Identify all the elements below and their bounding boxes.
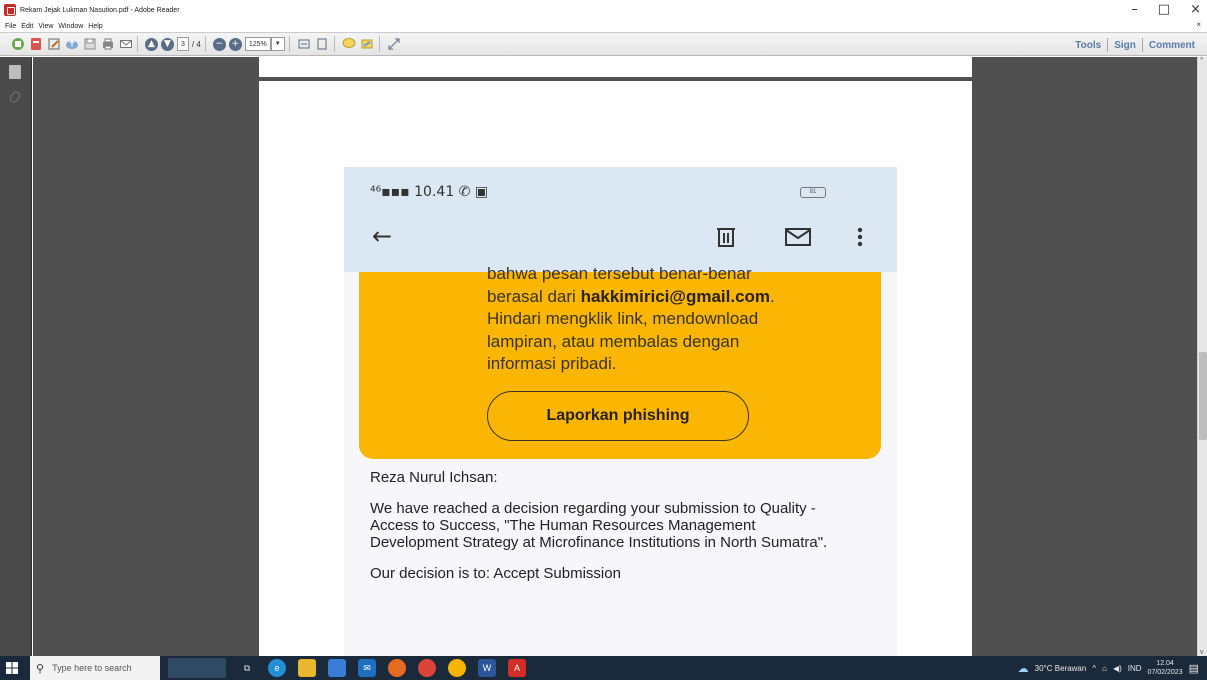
task-view-icon[interactable]: ⧉ <box>238 659 256 677</box>
language-indicator[interactable]: IND <box>1128 664 1142 673</box>
edge-icon[interactable]: e <box>268 659 286 677</box>
create-pdf-icon[interactable] <box>10 37 25 52</box>
menu-bar: File Edit View Window Help × <box>0 20 1207 32</box>
title-bar: Rekam Jejak Lukman Nasution.pdf - Adobe … <box>0 0 1207 20</box>
battery-icon: 81 <box>800 187 826 198</box>
email-paragraph: We have reached a decision regarding you… <box>370 500 828 551</box>
menu-help[interactable]: Help <box>88 23 102 30</box>
weather-icon[interactable]: ☁ <box>1018 662 1029 675</box>
search-icon: ⚲ <box>36 662 45 675</box>
phone-screenshot: ⁴⁶▪▪▪ 10.41 ✆ ▣ 81 ← bahwa pesan tersebu… <box>344 167 897 656</box>
highlight-icon[interactable] <box>360 37 375 52</box>
toolbar-separator <box>288 36 290 52</box>
fit-page-icon[interactable] <box>315 37 330 52</box>
scroll-down-icon[interactable]: v <box>1200 649 1204 656</box>
chrome-profile-icon[interactable] <box>448 659 466 677</box>
document-viewport[interactable]: ⁴⁶▪▪▪ 10.41 ✆ ▣ 81 ← bahwa pesan tersebu… <box>33 57 1197 656</box>
menu-file[interactable]: File <box>5 23 16 30</box>
zoom-level-select[interactable]: 125% <box>244 37 271 51</box>
taskbar-clock[interactable]: 12.04 07/02/2023 <box>1148 659 1183 677</box>
menu-view[interactable]: View <box>38 23 53 30</box>
tray-expand-icon[interactable]: ^ <box>1092 664 1096 673</box>
toolbar-separator <box>204 36 206 52</box>
windows-taskbar: ⚲ Type here to search ⧉ e ✉ W A ☁ 30°C B… <box>0 656 1207 680</box>
phone-top-bar: ⁴⁶▪▪▪ 10.41 ✆ ▣ 81 ← <box>344 167 897 272</box>
network-icon[interactable]: ⌂ <box>1102 664 1107 673</box>
sign-link[interactable]: Sign <box>1108 40 1142 51</box>
page-total: / 4 <box>191 39 201 49</box>
phone-status-time: ⁴⁶▪▪▪ 10.41 ✆ ▣ <box>370 184 489 200</box>
mail-icon[interactable]: ✉ <box>358 659 376 677</box>
minimize-button[interactable]: – <box>1131 2 1138 17</box>
sticky-note-icon[interactable] <box>342 37 357 52</box>
start-button[interactable] <box>0 656 24 680</box>
close-document-button[interactable]: × <box>1196 20 1201 29</box>
attachments-icon[interactable] <box>8 89 22 105</box>
taskbar-search-box[interactable]: ⚲ Type here to search <box>30 656 160 680</box>
volume-icon[interactable]: ◀) <box>1113 664 1122 673</box>
weather-text[interactable]: 30°C Berawan <box>1035 664 1087 673</box>
mark-unread-icon[interactable] <box>784 225 812 254</box>
export-pdf-icon[interactable] <box>28 37 43 52</box>
toolbar-separator <box>137 36 138 52</box>
chrome-icon[interactable] <box>418 659 436 677</box>
phishing-warning-text: bahwa pesan tersebut benar-benar berasal… <box>487 264 775 373</box>
search-highlight-image <box>168 658 226 678</box>
zoom-dropdown-arrow[interactable]: ▼ <box>270 37 285 51</box>
close-window-button[interactable]: × <box>1190 2 1201 17</box>
vertical-scrollbar[interactable]: ^ v <box>1197 57 1207 656</box>
scroll-up-icon[interactable]: ^ <box>1200 57 1203 64</box>
delete-icon[interactable] <box>714 225 738 254</box>
back-arrow-icon[interactable]: ← <box>372 222 392 250</box>
file-explorer-icon[interactable] <box>298 659 316 677</box>
save-icon[interactable] <box>82 37 97 52</box>
maximize-button[interactable]: □ <box>1158 2 1170 17</box>
email-icon[interactable] <box>118 37 133 52</box>
previous-page <box>259 57 972 77</box>
comment-link[interactable]: Comment <box>1143 40 1201 51</box>
page-thumbnails-icon[interactable] <box>9 65 21 79</box>
toolbar-separator <box>378 36 380 52</box>
menu-edit[interactable]: Edit <box>21 23 33 30</box>
notification-icon[interactable]: ▤ <box>1189 662 1199 675</box>
navigation-pane <box>0 57 32 656</box>
phishing-warning-card: bahwa pesan tersebut benar-benar berasal… <box>359 264 881 459</box>
current-page: ⁴⁶▪▪▪ 10.41 ✆ ▣ 81 ← bahwa pesan tersebu… <box>259 81 972 656</box>
edit-icon[interactable] <box>46 37 61 52</box>
toolbar-separator <box>333 36 335 52</box>
scroll-thumb[interactable] <box>1199 352 1207 440</box>
adobe-reader-icon <box>4 4 16 16</box>
firefox-icon[interactable] <box>388 659 406 677</box>
cloud-upload-icon[interactable] <box>64 37 79 52</box>
toolbar: ▲ ▼ 3 / 4 − + 125% ▼ Tools Sign Comment <box>0 32 1207 56</box>
system-tray: ☁ 30°C Berawan ^ ⌂ ◀) IND 12.04 07/02/20… <box>1018 656 1199 680</box>
print-icon[interactable] <box>100 37 115 52</box>
report-phishing-button[interactable]: Laporkan phishing <box>487 391 749 441</box>
window-title: Rekam Jejak Lukman Nasution.pdf - Adobe … <box>20 6 180 14</box>
menu-window[interactable]: Window <box>58 23 83 30</box>
zoom-in-icon[interactable]: + <box>228 37 242 51</box>
store-icon[interactable] <box>328 659 346 677</box>
email-decision: Our decision is to: Accept Submission <box>370 565 621 582</box>
zoom-out-icon[interactable]: − <box>212 37 226 51</box>
email-body: Reza Nurul Ichsan: We have reached a dec… <box>370 469 840 596</box>
previous-page-icon[interactable]: ▲ <box>145 37 158 51</box>
word-icon[interactable]: W <box>478 659 496 677</box>
sender-email: hakkimirici@gmail.com <box>580 286 771 306</box>
page-number-input[interactable]: 3 <box>177 37 189 51</box>
more-options-icon[interactable] <box>856 225 864 254</box>
search-placeholder: Type here to search <box>52 663 132 673</box>
tools-link[interactable]: Tools <box>1069 40 1107 51</box>
email-greeting: Reza Nurul Ichsan: <box>370 469 498 486</box>
next-page-icon[interactable]: ▼ <box>161 37 174 51</box>
full-screen-icon[interactable] <box>387 37 402 52</box>
fit-width-icon[interactable] <box>297 37 312 52</box>
adobe-reader-taskbar-icon[interactable]: A <box>508 659 526 677</box>
